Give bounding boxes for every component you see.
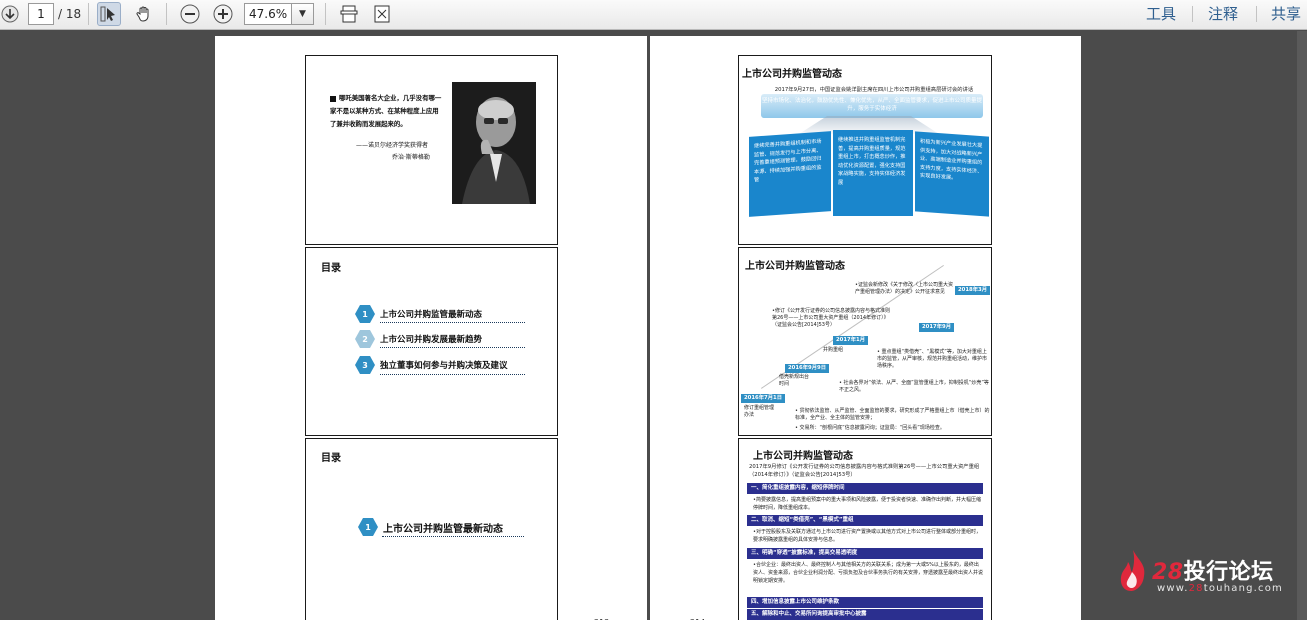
- toolbar-separator: [1192, 6, 1193, 22]
- timeline-tag: 2017年9月: [919, 323, 955, 332]
- timeline-tag: 2016年9月9日: [785, 364, 830, 373]
- timeline-text: •修订《公开发行证券的公司信息披露内容与格式准则第26号——上市公司重大资产重组…: [772, 308, 890, 328]
- zoom-in-icon[interactable]: [211, 2, 235, 26]
- flame-logo-icon: [1120, 550, 1145, 591]
- timeline-text: • 贯彻依法监管、从严监管、全面监管的要求，研究形成了严格重组上市（借壳上市）的…: [795, 408, 990, 421]
- toc-item-1[interactable]: 1 上市公司并购监管最新动态: [358, 518, 503, 536]
- timeline-text: • 交易所：“刨根问底”信息披露问询；证监局：“回头看”现场检查。: [795, 425, 945, 431]
- slide-title: 上市公司并购监管动态: [742, 69, 842, 80]
- slide-title: 上市公司并购监管动态: [753, 451, 853, 462]
- pdf-page-214: 上市公司并购监管动态 2017年9月27日，中国证监会姚洋副主席在四川上市公司并…: [650, 36, 1081, 620]
- section-bar: 五、解除和中止、交易所问询提高审批中心披露: [747, 609, 983, 620]
- slide-disclosure-rules: 上市公司并购监管动态 2017年9月修订《公开发行证券的公司信息披露内容与格式准…: [738, 438, 992, 620]
- slide-toc-section: 目录 1 上市公司并购监管最新动态: [305, 438, 558, 620]
- toc-label: 独立董事如何参与并购决策及建议: [380, 361, 508, 371]
- toolbar-separator: [166, 3, 167, 25]
- toc-item-2[interactable]: 2 上市公司并购发展最新趋势: [355, 330, 482, 348]
- hexagon-icon: 1: [358, 518, 378, 536]
- tools-link[interactable]: 工具: [1146, 3, 1176, 25]
- toc-item-1[interactable]: 1 上市公司并购监管最新动态: [355, 305, 482, 323]
- watermark-brand: 28投行论坛: [1152, 560, 1274, 585]
- slide-title: 目录: [321, 263, 341, 274]
- slide-title: 上市公司并购监管动态: [745, 261, 845, 272]
- policy-panel-2: 继续推进并购重组监管机制完善，提高并购重组质量，规范重组上市，打击概念炒作，推动…: [833, 130, 913, 216]
- dotted-divider: [380, 374, 525, 375]
- section-text: •合伙企业：最终出资人、最终控制人与其他相关方的关联关系；成为第一大或5%以上股…: [753, 562, 984, 584]
- toc-label: 上市公司并购监管最新动态: [383, 523, 503, 535]
- page-total: / 18: [58, 7, 82, 21]
- zoom-dropdown-button[interactable]: ▼: [292, 3, 314, 25]
- slide-title: 目录: [321, 453, 341, 464]
- toolbar-separator: [88, 3, 89, 25]
- slide-toc: 目录 1 上市公司并购监管最新动态 2 上市公司并购发展最新趋势 3 独立董事如…: [305, 247, 558, 436]
- timeline-tag: 2018年3月: [955, 286, 991, 295]
- speech-banner: 2017年9月27日，中国证监会姚洋副主席在四川上市公司并购重组高层研讨会的讲话: [774, 87, 974, 93]
- slide-regulation-overview: 上市公司并购监管动态 2017年9月27日，中国证监会姚洋副主席在四川上市公司并…: [738, 55, 992, 245]
- quote-attribution-name: 乔治·斯蒂格勒: [392, 154, 430, 161]
- hand-tool-icon[interactable]: [132, 2, 156, 26]
- section-bar: 二、取消、缩短“类借壳”、“黑模式”重组: [747, 515, 983, 526]
- slide-intro: 2017年9月修订《公开发行证券的公司信息披露内容与格式准则第26号——上市公司…: [749, 464, 980, 478]
- section-bar: 三、明确“穿透”披露标准，提高交易透明度: [747, 548, 983, 559]
- watermark-url: www.28touhang.com: [1157, 583, 1283, 594]
- policy-panel-1: 继续完善并购重组机制和市场监管、规范发行与上市分离、完善重组预测管理，鼓励回归本…: [749, 131, 831, 217]
- toolbar: 1 / 18 47.6% ▼ 工具 注释 共享: [0, 0, 1307, 30]
- zoom-level-input[interactable]: 47.6%: [244, 3, 292, 25]
- slide-regulation-timeline: 上市公司并购监管动态 2018年3月 2017年9月 2017年1月 2016年…: [738, 247, 992, 436]
- hexagon-icon: 1: [355, 305, 375, 323]
- comment-link[interactable]: 注释: [1208, 3, 1238, 25]
- toolbar-separator: [1256, 6, 1257, 22]
- section-bar: 一、简化重组披露内容，缩短停牌时间: [747, 483, 983, 494]
- hexagon-icon: 2: [355, 330, 375, 348]
- timeline-text: • 社会各界对“依法、从严、全面”监管重组上市，抑制投机“炒壳”等不正之风。: [839, 380, 989, 393]
- next-page-icon[interactable]: [0, 2, 20, 26]
- fit-width-icon[interactable]: [337, 2, 361, 26]
- timeline-tag: 2016年7月1日: [741, 394, 786, 403]
- quote-text: 哪吒美国著名大企业，几乎没有哪一家不是以某种方式、在某种程度上应用了兼并收购而发…: [330, 94, 442, 128]
- dotted-divider: [380, 347, 525, 348]
- page-number-input[interactable]: 1: [28, 3, 54, 25]
- toolbar-separator: [325, 3, 326, 25]
- hexagon-icon: 3: [355, 356, 375, 374]
- timeline-text: • 重点重组“类借壳”、“黑模式”等，加大对重组上市的监管，从严审核，规范并购重…: [877, 349, 988, 369]
- quote-attribution-title: ——诺贝尔经济学奖获得者: [356, 142, 429, 149]
- timeline-text: 并购重组: [823, 347, 844, 353]
- timeline-text: •证监会新修改《关于修改〈上市公司重大资产重组管理办法〉的决定》公开征求意见: [855, 282, 953, 295]
- zoom-out-icon[interactable]: [178, 2, 202, 26]
- toc-item-3[interactable]: 3 独立董事如何参与并购决策及建议: [355, 356, 508, 374]
- toc-label: 上市公司并购发展最新趋势: [380, 335, 483, 345]
- fit-page-icon[interactable]: [370, 2, 394, 26]
- toc-label: 上市公司并购监管最新动态: [380, 310, 483, 320]
- vertical-scrollbar[interactable]: [1297, 31, 1307, 620]
- timeline-text: 修订重组管理办法: [744, 405, 775, 418]
- policy-panel-3: 积极为新兴产业发展壮大提供支持，加大对战略新兴产业、高端制造业并购重组的支持力度…: [915, 131, 989, 217]
- portrait-photo: [452, 82, 536, 204]
- section-text: •简要披露信息，提高重组预案中的重大事项和风险披露，便于投资者快速、准确作出判断…: [753, 497, 981, 511]
- principle-bar: 坚持市场化、法治化，鼓励优先性、兼化优先，从严、全面监管要求，促进上市公司质量提…: [761, 94, 983, 118]
- select-tool-icon[interactable]: [97, 2, 121, 26]
- chevron-down-icon: ▼: [299, 9, 306, 19]
- section-bar: 四、增加信息披露上市公司维护条款: [747, 597, 983, 608]
- slide-quote: 哪吒美国著名大企业，几乎没有哪一家不是以某种方式、在某种程度上应用了兼并收购而发…: [305, 55, 558, 245]
- pdf-page-213: 哪吒美国著名大企业，几乎没有哪一家不是以某种方式、在某种程度上应用了兼并收购而发…: [215, 36, 647, 620]
- timeline-tag: 2017年1月: [833, 336, 869, 345]
- section-text: •对于控股股东及关联方通过与上市公司进行资产置换或以其他方式对上市公司进行整体或…: [753, 529, 981, 543]
- dotted-divider: [382, 536, 524, 537]
- timeline-text: 借壳新规出台时间: [779, 374, 810, 387]
- document-viewer[interactable]: 哪吒美国著名大企业，几乎没有哪一家不是以某种方式、在某种程度上应用了兼并收购而发…: [0, 31, 1307, 620]
- dotted-divider: [380, 322, 525, 323]
- share-link[interactable]: 共享: [1271, 3, 1301, 25]
